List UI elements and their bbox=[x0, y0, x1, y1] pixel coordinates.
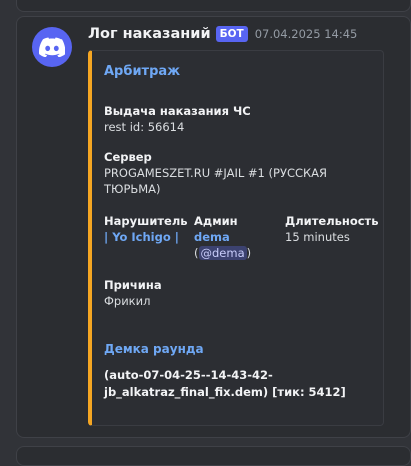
message-timestamp[interactable]: 07.04.2025 14:45 bbox=[255, 27, 358, 41]
offender-link[interactable]: | Yo Ichigo | bbox=[104, 229, 192, 245]
admin-link[interactable]: dema bbox=[194, 229, 282, 245]
previous-message-card bbox=[16, 0, 411, 12]
field-admin-name: Админ bbox=[194, 214, 238, 228]
avatar[interactable] bbox=[32, 27, 72, 67]
field-server-value: PROGAMESZET.RU #JAIL #1 (РУССКАЯ ТЮРЬМА) bbox=[104, 166, 328, 196]
message-header: Лог наказаний БОТ 07.04.2025 14:45 bbox=[88, 26, 357, 42]
field-admin: Админ dema (@dema) bbox=[194, 213, 282, 261]
discord-logo-icon bbox=[39, 37, 65, 57]
admin-mention[interactable]: @dema bbox=[198, 246, 247, 260]
field-server-name: Сервер bbox=[104, 150, 152, 164]
field-reason-name: Причина bbox=[104, 278, 162, 292]
admin-paren-open: ( bbox=[194, 246, 199, 260]
demo-title: Демка раунда bbox=[104, 342, 204, 356]
field-duration: Длительность 15 minutes bbox=[285, 213, 380, 245]
field-reason-value: Фрикил bbox=[104, 294, 151, 308]
embed: Арбитраж Выдача наказания ЧС rest id: 56… bbox=[88, 50, 384, 426]
field-reason: Причина Фрикил bbox=[104, 277, 378, 309]
field-server: Сервер PROGAMESZET.RU #JAIL #1 (РУССКАЯ … bbox=[104, 149, 378, 197]
field-action-name: Выдача наказания ЧС bbox=[104, 104, 251, 118]
bot-badge: БОТ bbox=[215, 26, 248, 42]
field-duration-value: 15 minutes bbox=[285, 230, 350, 244]
author-name[interactable]: Лог наказаний bbox=[88, 26, 211, 42]
field-offender: Нарушитель | Yo Ichigo | bbox=[104, 213, 192, 245]
field-duration-name: Длительность bbox=[285, 214, 379, 228]
next-message-card bbox=[16, 446, 411, 466]
embed-title: Арбитраж bbox=[104, 64, 181, 79]
admin-paren-close: ) bbox=[246, 246, 252, 260]
field-offender-name: Нарушитель bbox=[104, 214, 188, 228]
demo-filename: (auto-07-04-25--14-43-42-jb_alkatraz_fin… bbox=[104, 368, 346, 399]
admin-mention-line: (@dema) bbox=[194, 245, 282, 261]
field-action: Выдача наказания ЧС rest id: 56614 bbox=[104, 103, 378, 135]
field-action-value: rest id: 56614 bbox=[104, 120, 185, 134]
